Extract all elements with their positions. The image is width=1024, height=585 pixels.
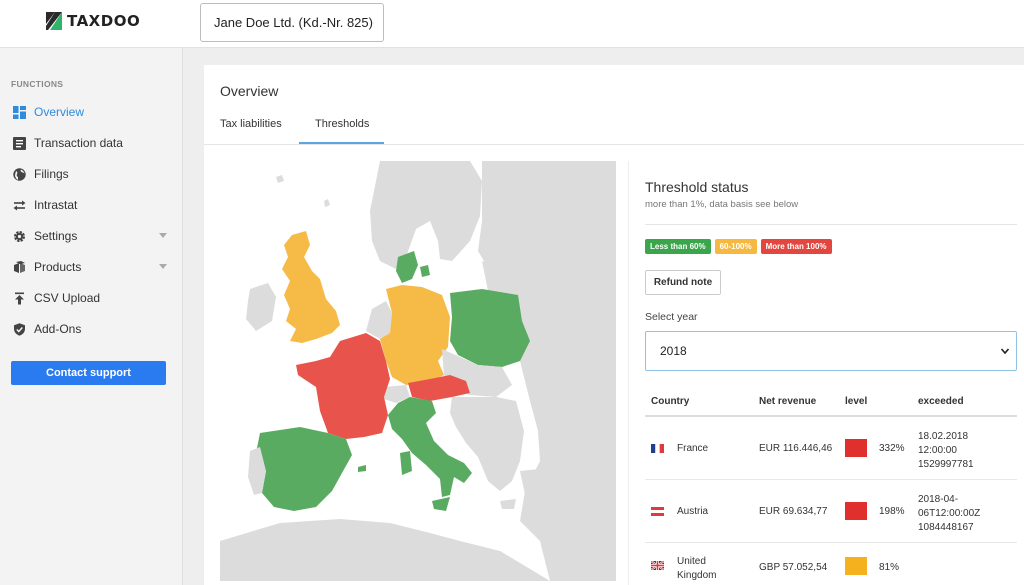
sidebar: FUNCTIONS Overview Transaction data Fili…	[0, 48, 183, 585]
map-country-poland	[450, 289, 530, 367]
sidebar-item-label: CSV Upload	[34, 291, 101, 305]
select-year-label: Select year	[645, 311, 698, 323]
header-net-revenue: Net revenue	[759, 396, 817, 407]
refund-note-button[interactable]: Refund note	[645, 270, 721, 295]
logo-text: TAXDOO	[67, 12, 141, 30]
sidebar-item-overview[interactable]: Overview	[0, 100, 183, 124]
row-level-swatch	[845, 502, 867, 520]
header-level: level	[845, 396, 868, 407]
legend-badge-less-than-60: Less than 60%	[645, 239, 711, 254]
row-level-percent: 198%	[879, 506, 905, 517]
products-icon	[12, 260, 26, 274]
sidebar-item-settings[interactable]: Settings	[0, 224, 183, 248]
gear-icon	[12, 229, 26, 243]
sidebar-header: FUNCTIONS	[11, 79, 64, 89]
year-select[interactable]: 2018	[645, 331, 1017, 371]
sidebar-item-products[interactable]: Products	[0, 255, 183, 279]
row-exceeded-line: 12:00:00	[918, 445, 957, 456]
row-country-line: United	[677, 556, 706, 567]
chevron-down-icon	[1000, 348, 1010, 355]
panel-divider	[645, 224, 1017, 225]
year-select-value: 2018	[660, 344, 687, 358]
taxdoo-logo[interactable]: TAXDOO	[46, 12, 140, 30]
chevron-down-icon	[159, 233, 167, 238]
sidebar-item-label: Filings	[34, 167, 69, 181]
row-country-line: Kingdom	[677, 570, 717, 581]
threshold-table: Country Net revenue level exceeded Franc…	[645, 387, 1017, 585]
sidebar-item-label: Intrastat	[34, 198, 78, 212]
swap-arrows-icon	[12, 198, 26, 212]
table-row[interactable]: Austria EUR 69.634,77 198% 2018-04- 06T1…	[645, 480, 1017, 543]
europe-threshold-map	[220, 161, 616, 581]
header-exceeded: exceeded	[918, 396, 964, 407]
legend-badge-60-100: 60-100%	[714, 239, 757, 254]
row-exceeded: 18.02.2018 12:00:00 1529997781	[918, 430, 974, 472]
sidebar-item-label: Settings	[34, 229, 78, 243]
row-country: United Kingdom	[677, 555, 716, 583]
sidebar-item-label: Add-Ons	[34, 322, 82, 336]
map-country-germany	[380, 285, 450, 385]
list-icon	[12, 136, 26, 150]
tab-thresholds[interactable]: Thresholds	[315, 118, 369, 130]
row-exceeded-line: 06T12:00:00Z	[918, 508, 981, 519]
overview-card: Overview Tax liabilities Thresholds Thre…	[204, 65, 1024, 585]
chevron-down-icon	[373, 22, 374, 23]
row-exceeded: 2018-04- 06T12:00:00Z 1084448167	[918, 493, 980, 535]
sidebar-item-transaction-data[interactable]: Transaction data	[0, 131, 183, 155]
legend-badge-more-than-100: More than 100%	[760, 239, 832, 254]
sidebar-item-add-ons[interactable]: Add-Ons	[0, 317, 183, 341]
row-exceeded-line: 2018-04-	[918, 494, 959, 505]
table-header: Country Net revenue level exceeded	[645, 387, 1017, 417]
client-select-value: Jane Doe Ltd. (Kd.-Nr. 825)	[214, 15, 373, 30]
shield-check-icon	[12, 322, 26, 336]
client-select[interactable]: Jane Doe Ltd. (Kd.-Nr. 825)	[200, 3, 384, 42]
row-country: Austria	[677, 506, 709, 517]
upload-icon	[12, 291, 26, 305]
page-title: Overview	[220, 83, 279, 99]
austria-flag-icon	[651, 507, 664, 516]
sidebar-item-intrastat[interactable]: Intrastat	[0, 193, 183, 217]
globe-icon	[12, 167, 26, 181]
dashboard-icon	[12, 105, 26, 119]
row-net-revenue: EUR 116.446,46	[759, 443, 833, 454]
sidebar-item-label: Products	[34, 260, 82, 274]
chevron-down-icon	[159, 264, 167, 269]
row-level-percent: 332%	[879, 443, 905, 454]
europe-map-svg	[220, 161, 616, 581]
taxdoo-logo-icon	[46, 12, 62, 30]
panel-title: Threshold status	[645, 179, 749, 195]
row-country: France	[677, 443, 709, 454]
panel-subtitle: more than 1%, data basis see below	[645, 199, 799, 210]
header-country: Country	[651, 396, 690, 407]
top-bar: TAXDOO Jane Doe Ltd. (Kd.-Nr. 825)	[0, 0, 1024, 48]
uk-flag-icon	[651, 561, 664, 570]
table-row[interactable]: France EUR 116.446,46 332% 18.02.2018 12…	[645, 417, 1017, 480]
threshold-legend: Less than 60% 60-100% More than 100%	[645, 239, 832, 254]
row-net-revenue: EUR 69.634,77	[759, 506, 828, 517]
sidebar-item-label: Overview	[34, 105, 85, 119]
table-row[interactable]: United Kingdom GBP 57.052,54 81%	[645, 543, 1017, 585]
sidebar-item-filings[interactable]: Filings	[0, 162, 183, 186]
row-exceeded-line: 18.02.2018	[918, 431, 969, 442]
row-exceeded-line: 1084448167	[918, 522, 974, 533]
row-level-percent: 81%	[879, 562, 900, 573]
row-net-revenue: GBP 57.052,54	[759, 562, 828, 573]
tab-tax-liabilities[interactable]: Tax liabilities	[220, 118, 282, 130]
row-exceeded-line: 1529997781	[918, 459, 974, 470]
france-flag-icon	[651, 444, 664, 453]
map-country-sardinia	[400, 451, 412, 475]
threshold-status-panel: Threshold status more than 1%, data basi…	[628, 161, 1024, 585]
row-level-swatch	[845, 557, 867, 575]
tabs-divider	[204, 144, 1024, 145]
row-level-swatch	[845, 439, 867, 457]
sidebar-item-label: Transaction data	[34, 136, 123, 150]
contact-support-button[interactable]: Contact support	[11, 361, 166, 385]
sidebar-item-csv-upload[interactable]: CSV Upload	[0, 286, 183, 310]
